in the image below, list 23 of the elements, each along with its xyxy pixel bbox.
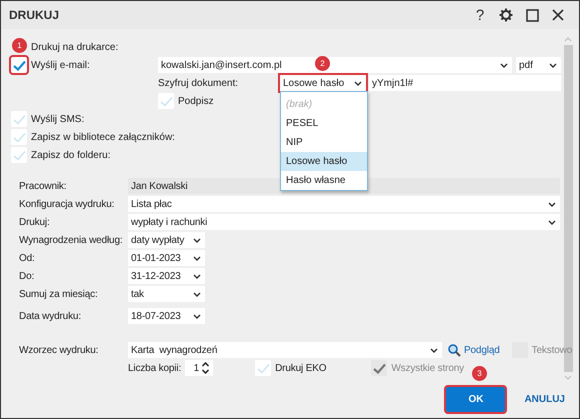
checkbox-label: Wyślij SMS: <box>31 114 84 124</box>
field-label: Sumuj za miesiąc: <box>19 288 99 300</box>
field-label: Wynagrodzenia według: <box>19 234 124 246</box>
step-badge: 3 <box>472 366 487 381</box>
field-label: Drukuj: <box>19 216 51 228</box>
field-label: Do: <box>19 270 36 282</box>
field-label: Drukuj na drukarce: <box>31 42 118 52</box>
step-badge: 1 <box>12 38 27 53</box>
field-label: Wzorzec wydruku: <box>19 344 100 356</box>
window-title: DRUKUJ <box>9 8 60 22</box>
field-label: Liczba kopii: <box>128 362 182 374</box>
checkbox-label: Tekstowo <box>532 344 572 356</box>
checkbox-label: Wszystkie strony <box>391 362 464 374</box>
field-label: Konfiguracja wydruku: <box>19 198 116 210</box>
field-label: Od: <box>19 252 36 264</box>
checkbox-label: Zapisz do folderu: <box>31 150 110 160</box>
field-label: Wyślij e-mail: <box>31 60 91 70</box>
field-label: Data wydruku: <box>19 310 82 322</box>
field-label: Pracownik: <box>19 180 68 192</box>
checkbox-label: Zapisz w bibliotece załączników: <box>31 132 175 142</box>
field-label: Szyfruj dokument: <box>158 78 240 88</box>
checkbox-label: Podpisz <box>178 96 214 106</box>
checkbox-label: Drukuj EKO <box>275 362 326 374</box>
